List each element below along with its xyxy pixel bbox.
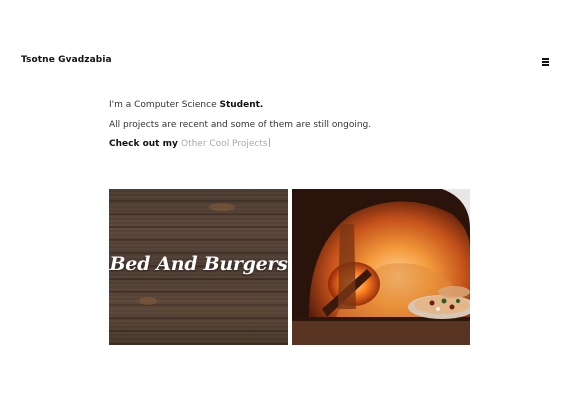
intro-line-1-bold: Student. [219,100,264,110]
wood-knot [209,203,235,211]
intro-line-1: I'm a Computer Science Student. [109,96,371,116]
project-card-bed-and-burgers[interactable]: Bed And Burgers [109,189,288,345]
intro-line-3: Check out my Other Cool Projects [109,135,371,155]
intro-text: I'm a Computer Science Student. All proj… [109,96,371,155]
intro-line-1-text: I'm a Computer Science [109,100,220,110]
menu-bar [542,58,549,60]
menu-bar [542,64,549,66]
hamburger-menu-icon[interactable] [542,58,550,66]
other-projects-link[interactable]: Other Cool Projects [181,139,268,149]
wood-knot [139,297,157,305]
project-title: Bed And Burgers [109,253,288,275]
pizza-oven-image [292,189,470,345]
typing-caret [268,138,270,147]
intro-line-3-prefix: Check out my [109,139,181,149]
brand-link[interactable]: Tsotne Gvadzabia [21,55,112,65]
intro-line-2: All projects are recent and some of them… [109,119,372,130]
page: Tsotne Gvadzabia I'm a Computer Science … [0,0,570,405]
project-card-pizza-oven[interactable] [292,189,470,345]
menu-bar [542,61,549,63]
